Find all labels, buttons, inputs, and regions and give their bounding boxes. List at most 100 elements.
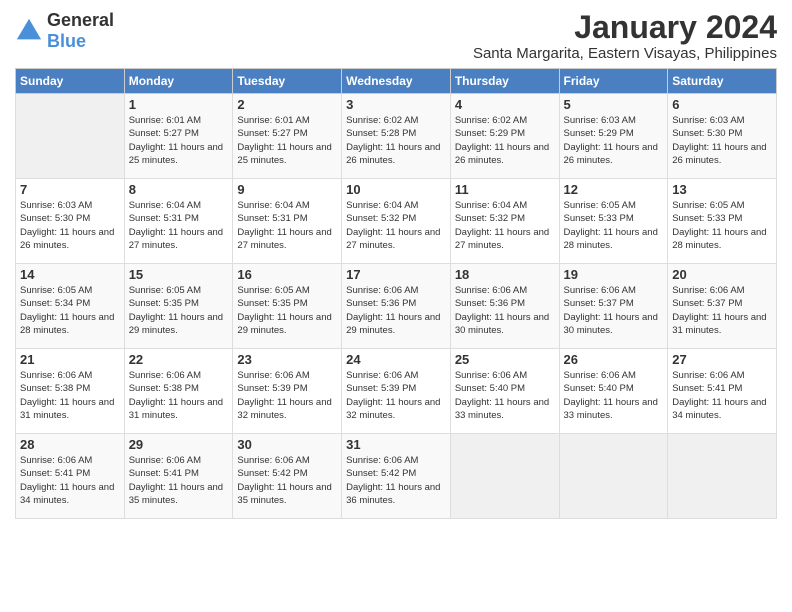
cell-info: Sunrise: 6:06 AM Sunset: 5:42 PM Dayligh… xyxy=(346,454,446,507)
day-number: 21 xyxy=(20,352,120,367)
calendar-cell: 6 Sunrise: 6:03 AM Sunset: 5:30 PM Dayli… xyxy=(668,94,777,179)
sunrise-text: Sunrise: 6:05 AM xyxy=(20,284,120,297)
sunset-text: Sunset: 5:30 PM xyxy=(20,212,120,225)
calendar-cell: 12 Sunrise: 6:05 AM Sunset: 5:33 PM Dayl… xyxy=(559,179,668,264)
daylight-text: Daylight: 11 hours and 30 minutes. xyxy=(455,311,555,338)
location-title: Santa Margarita, Eastern Visayas, Philip… xyxy=(473,45,777,62)
sunset-text: Sunset: 5:31 PM xyxy=(129,212,229,225)
header-monday: Monday xyxy=(124,69,233,94)
sunrise-text: Sunrise: 6:06 AM xyxy=(346,369,446,382)
day-number: 12 xyxy=(564,182,664,197)
calendar-cell: 26 Sunrise: 6:06 AM Sunset: 5:40 PM Dayl… xyxy=(559,349,668,434)
header-sunday: Sunday xyxy=(16,69,125,94)
sunrise-text: Sunrise: 6:04 AM xyxy=(129,199,229,212)
calendar-cell: 23 Sunrise: 6:06 AM Sunset: 5:39 PM Dayl… xyxy=(233,349,342,434)
sunset-text: Sunset: 5:29 PM xyxy=(455,127,555,140)
calendar-cell: 25 Sunrise: 6:06 AM Sunset: 5:40 PM Dayl… xyxy=(450,349,559,434)
cell-info: Sunrise: 6:03 AM Sunset: 5:29 PM Dayligh… xyxy=(564,114,664,167)
calendar-cell: 11 Sunrise: 6:04 AM Sunset: 5:32 PM Dayl… xyxy=(450,179,559,264)
day-number: 27 xyxy=(672,352,772,367)
sunrise-text: Sunrise: 6:01 AM xyxy=(237,114,337,127)
sunrise-text: Sunrise: 6:04 AM xyxy=(237,199,337,212)
daylight-text: Daylight: 11 hours and 31 minutes. xyxy=(672,311,772,338)
cell-info: Sunrise: 6:04 AM Sunset: 5:31 PM Dayligh… xyxy=(129,199,229,252)
sunset-text: Sunset: 5:37 PM xyxy=(564,297,664,310)
cell-info: Sunrise: 6:06 AM Sunset: 5:38 PM Dayligh… xyxy=(129,369,229,422)
daylight-text: Daylight: 11 hours and 29 minutes. xyxy=(346,311,446,338)
day-number: 18 xyxy=(455,267,555,282)
sunrise-text: Sunrise: 6:04 AM xyxy=(346,199,446,212)
cell-info: Sunrise: 6:06 AM Sunset: 5:42 PM Dayligh… xyxy=(237,454,337,507)
sunset-text: Sunset: 5:41 PM xyxy=(672,382,772,395)
daylight-text: Daylight: 11 hours and 29 minutes. xyxy=(129,311,229,338)
daylight-text: Daylight: 11 hours and 26 minutes. xyxy=(455,141,555,168)
calendar-cell: 16 Sunrise: 6:05 AM Sunset: 5:35 PM Dayl… xyxy=(233,264,342,349)
calendar-week-row: 28 Sunrise: 6:06 AM Sunset: 5:41 PM Dayl… xyxy=(16,434,777,519)
daylight-text: Daylight: 11 hours and 26 minutes. xyxy=(346,141,446,168)
day-number: 4 xyxy=(455,97,555,112)
header-wednesday: Wednesday xyxy=(342,69,451,94)
day-number: 13 xyxy=(672,182,772,197)
sunset-text: Sunset: 5:37 PM xyxy=(672,297,772,310)
sunrise-text: Sunrise: 6:06 AM xyxy=(129,454,229,467)
calendar-table: Sunday Monday Tuesday Wednesday Thursday… xyxy=(15,68,777,519)
cell-info: Sunrise: 6:01 AM Sunset: 5:27 PM Dayligh… xyxy=(129,114,229,167)
daylight-text: Daylight: 11 hours and 28 minutes. xyxy=(564,226,664,253)
day-number: 8 xyxy=(129,182,229,197)
day-number: 17 xyxy=(346,267,446,282)
sunrise-text: Sunrise: 6:03 AM xyxy=(564,114,664,127)
cell-info: Sunrise: 6:02 AM Sunset: 5:29 PM Dayligh… xyxy=(455,114,555,167)
sunrise-text: Sunrise: 6:05 AM xyxy=(564,199,664,212)
cell-info: Sunrise: 6:06 AM Sunset: 5:39 PM Dayligh… xyxy=(346,369,446,422)
calendar-cell: 8 Sunrise: 6:04 AM Sunset: 5:31 PM Dayli… xyxy=(124,179,233,264)
day-number: 28 xyxy=(20,437,120,452)
day-number: 3 xyxy=(346,97,446,112)
cell-info: Sunrise: 6:06 AM Sunset: 5:36 PM Dayligh… xyxy=(455,284,555,337)
day-number: 10 xyxy=(346,182,446,197)
sunset-text: Sunset: 5:40 PM xyxy=(564,382,664,395)
daylight-text: Daylight: 11 hours and 26 minutes. xyxy=(564,141,664,168)
sunrise-text: Sunrise: 6:04 AM xyxy=(455,199,555,212)
day-number: 22 xyxy=(129,352,229,367)
sunset-text: Sunset: 5:29 PM xyxy=(564,127,664,140)
daylight-text: Daylight: 11 hours and 28 minutes. xyxy=(20,311,120,338)
day-number: 23 xyxy=(237,352,337,367)
sunset-text: Sunset: 5:31 PM xyxy=(237,212,337,225)
daylight-text: Daylight: 11 hours and 26 minutes. xyxy=(20,226,120,253)
daylight-text: Daylight: 11 hours and 26 minutes. xyxy=(672,141,772,168)
cell-info: Sunrise: 6:06 AM Sunset: 5:36 PM Dayligh… xyxy=(346,284,446,337)
cell-info: Sunrise: 6:05 AM Sunset: 5:33 PM Dayligh… xyxy=(672,199,772,252)
cell-info: Sunrise: 6:05 AM Sunset: 5:34 PM Dayligh… xyxy=(20,284,120,337)
daylight-text: Daylight: 11 hours and 27 minutes. xyxy=(455,226,555,253)
sunrise-text: Sunrise: 6:06 AM xyxy=(455,284,555,297)
sunrise-text: Sunrise: 6:06 AM xyxy=(237,454,337,467)
calendar-week-row: 7 Sunrise: 6:03 AM Sunset: 5:30 PM Dayli… xyxy=(16,179,777,264)
sunrise-text: Sunrise: 6:06 AM xyxy=(20,369,120,382)
day-number: 5 xyxy=(564,97,664,112)
sunset-text: Sunset: 5:42 PM xyxy=(237,467,337,480)
sunrise-text: Sunrise: 6:02 AM xyxy=(346,114,446,127)
calendar-cell: 24 Sunrise: 6:06 AM Sunset: 5:39 PM Dayl… xyxy=(342,349,451,434)
calendar-cell: 5 Sunrise: 6:03 AM Sunset: 5:29 PM Dayli… xyxy=(559,94,668,179)
header-tuesday: Tuesday xyxy=(233,69,342,94)
sunset-text: Sunset: 5:38 PM xyxy=(129,382,229,395)
sunrise-text: Sunrise: 6:06 AM xyxy=(564,284,664,297)
sunset-text: Sunset: 5:42 PM xyxy=(346,467,446,480)
cell-info: Sunrise: 6:05 AM Sunset: 5:35 PM Dayligh… xyxy=(237,284,337,337)
day-number: 26 xyxy=(564,352,664,367)
calendar-cell xyxy=(450,434,559,519)
calendar-week-row: 21 Sunrise: 6:06 AM Sunset: 5:38 PM Dayl… xyxy=(16,349,777,434)
logo: General Blue xyxy=(15,10,114,52)
calendar-cell xyxy=(16,94,125,179)
cell-info: Sunrise: 6:06 AM Sunset: 5:40 PM Dayligh… xyxy=(455,369,555,422)
daylight-text: Daylight: 11 hours and 25 minutes. xyxy=(129,141,229,168)
sunset-text: Sunset: 5:28 PM xyxy=(346,127,446,140)
calendar-cell: 7 Sunrise: 6:03 AM Sunset: 5:30 PM Dayli… xyxy=(16,179,125,264)
day-number: 31 xyxy=(346,437,446,452)
cell-info: Sunrise: 6:03 AM Sunset: 5:30 PM Dayligh… xyxy=(20,199,120,252)
logo-blue: Blue xyxy=(47,31,86,51)
daylight-text: Daylight: 11 hours and 29 minutes. xyxy=(237,311,337,338)
daylight-text: Daylight: 11 hours and 27 minutes. xyxy=(346,226,446,253)
sunrise-text: Sunrise: 6:05 AM xyxy=(672,199,772,212)
day-number: 25 xyxy=(455,352,555,367)
